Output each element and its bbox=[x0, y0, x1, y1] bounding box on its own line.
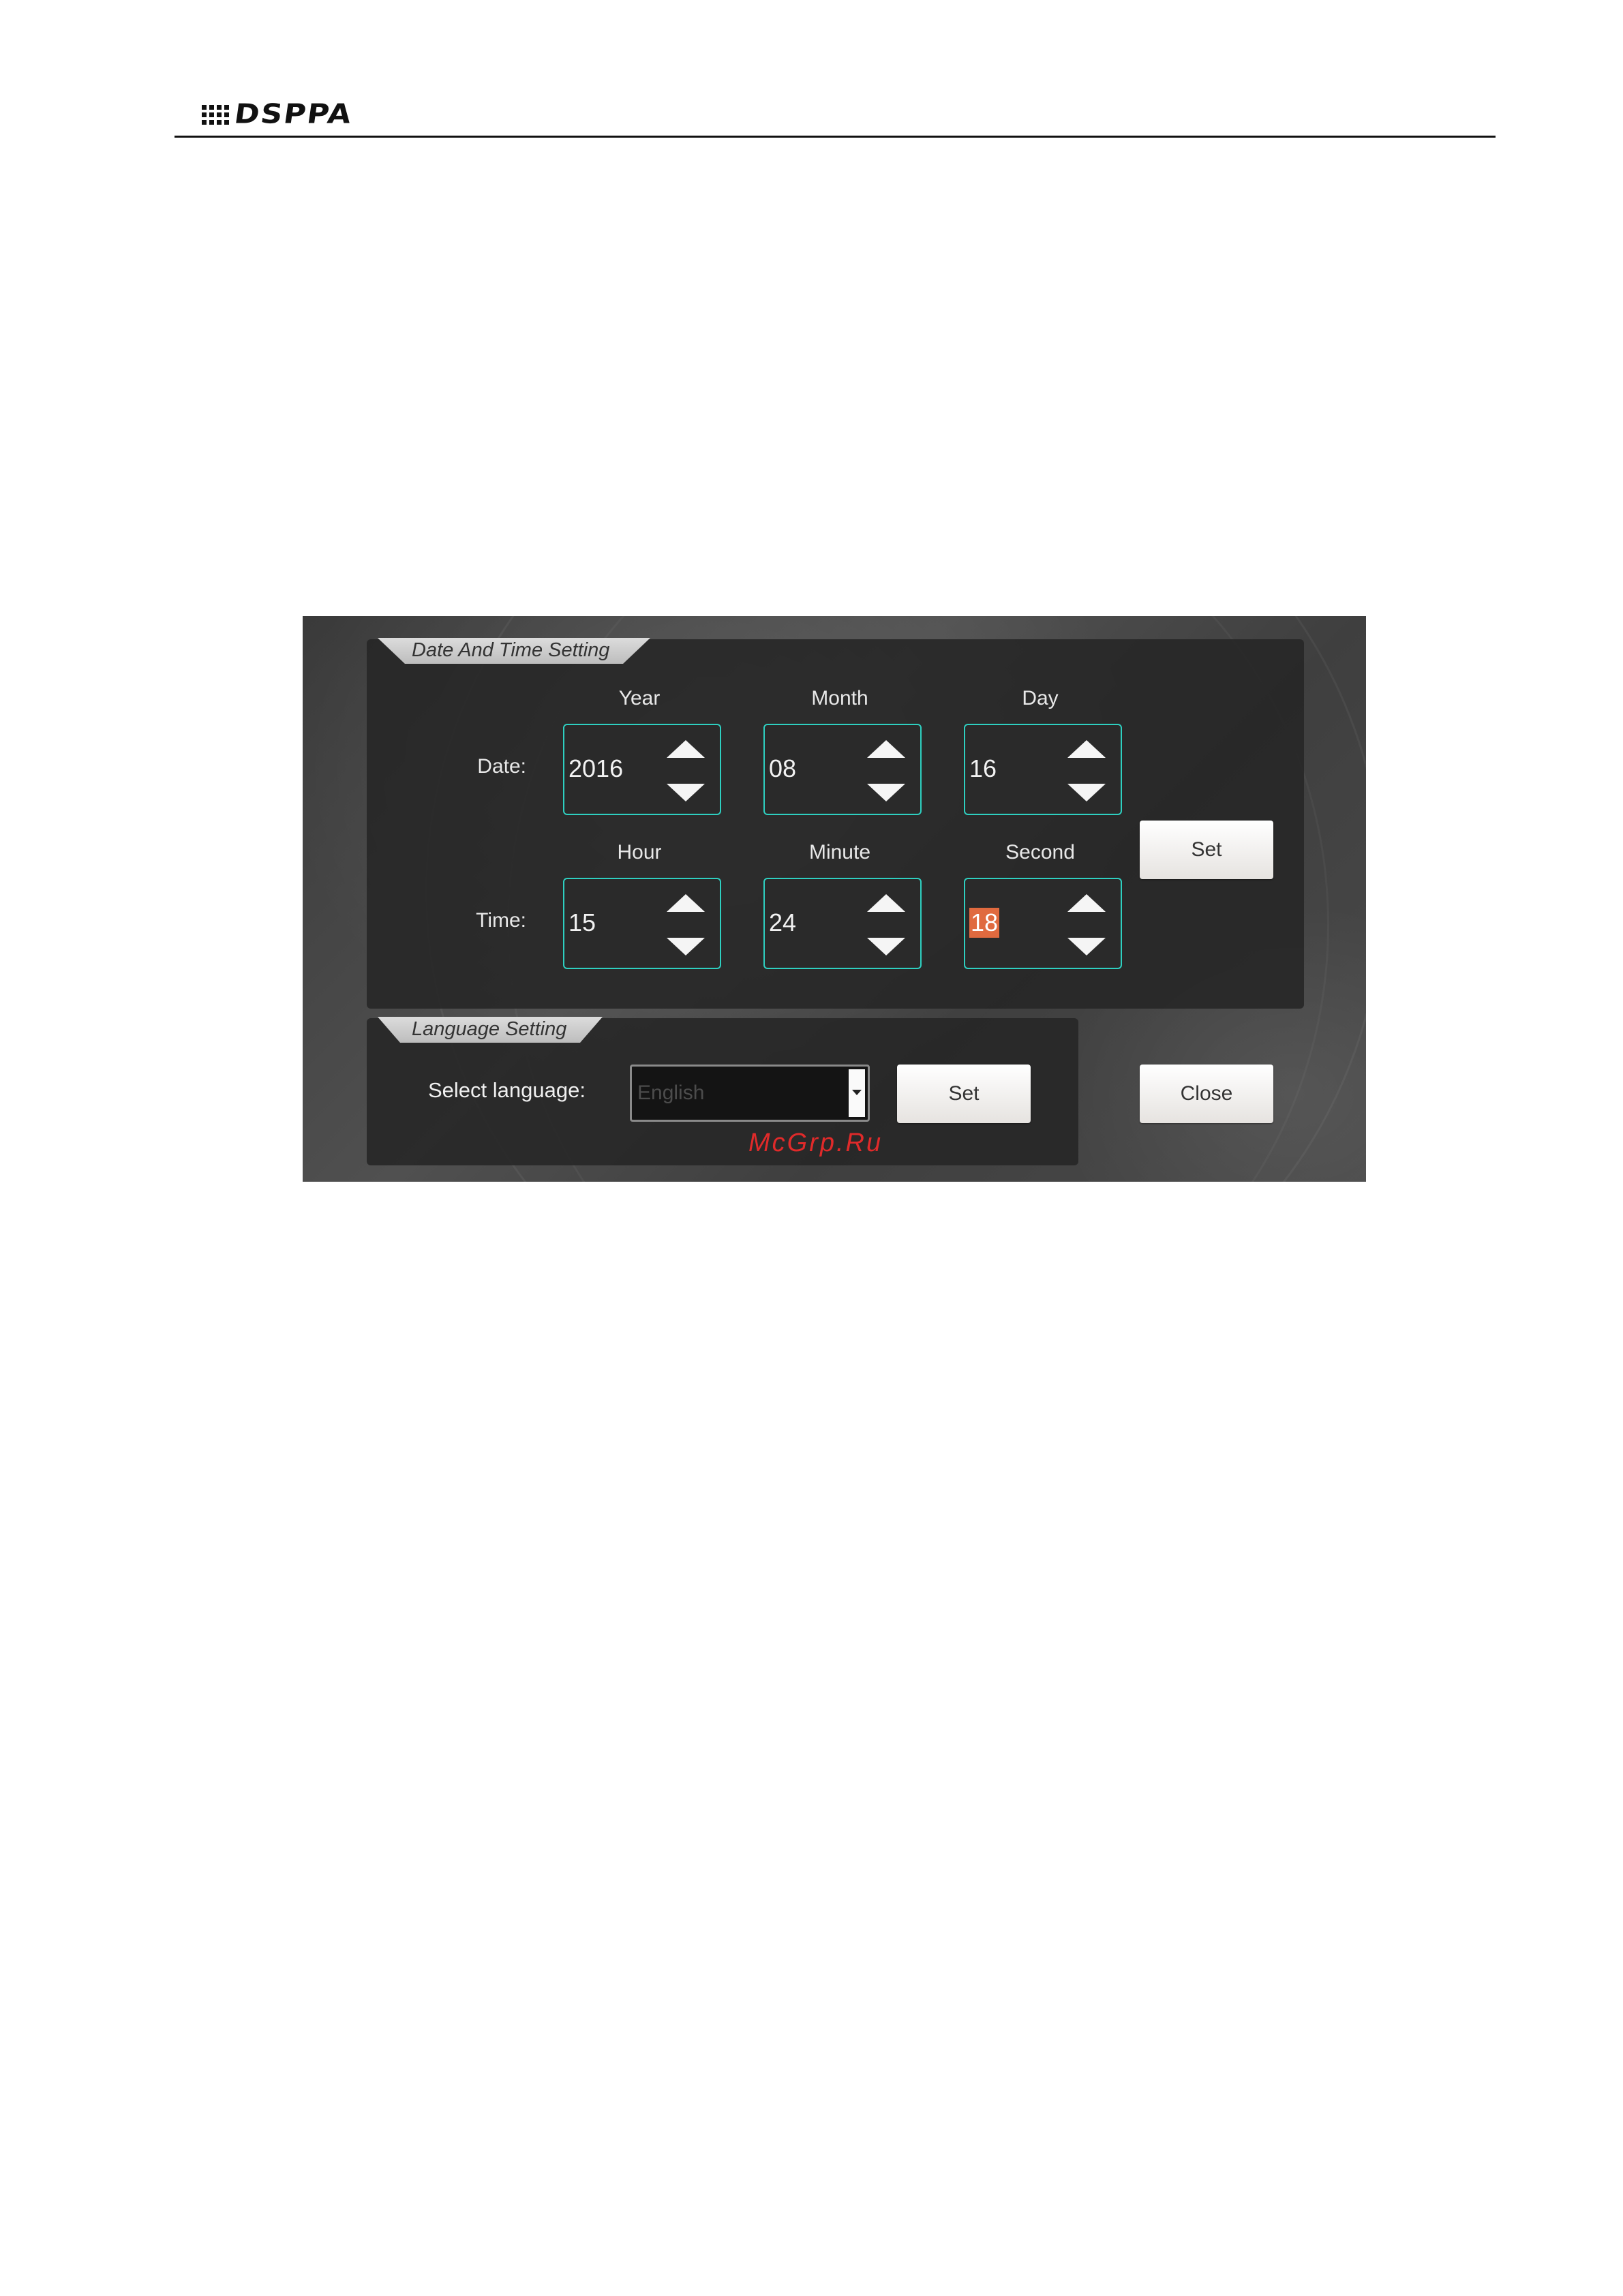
language-set-button[interactable]: Set bbox=[897, 1065, 1031, 1123]
hour-down-arrow-icon[interactable] bbox=[667, 938, 705, 955]
day-label: Day bbox=[1022, 687, 1059, 709]
header-rule bbox=[175, 136, 1496, 138]
datetime-set-button[interactable]: Set bbox=[1140, 821, 1273, 879]
date-label: Date: bbox=[477, 755, 526, 778]
datetime-panel: Date And Time Setting Year Month Day Dat… bbox=[367, 638, 1304, 1009]
month-down-arrow-icon[interactable] bbox=[867, 784, 905, 801]
year-value[interactable]: 2016 bbox=[568, 754, 623, 784]
language-panel-title: Language Setting bbox=[378, 1017, 603, 1043]
watermark-text: McGrp.Ru bbox=[748, 1129, 883, 1157]
day-up-arrow-icon[interactable] bbox=[1067, 740, 1106, 758]
dsppa-logo: DSPPA bbox=[202, 98, 355, 130]
year-up-arrow-icon[interactable] bbox=[667, 740, 705, 758]
logo-dots-icon bbox=[202, 104, 229, 125]
second-spinner[interactable]: 18 bbox=[964, 878, 1122, 969]
day-down-arrow-icon[interactable] bbox=[1067, 784, 1106, 801]
datetime-panel-title: Date And Time Setting bbox=[378, 638, 650, 664]
second-down-arrow-icon[interactable] bbox=[1067, 938, 1106, 955]
day-spinner[interactable]: 16 bbox=[964, 724, 1122, 815]
second-label: Second bbox=[1005, 841, 1075, 863]
second-up-arrow-icon[interactable] bbox=[1067, 894, 1106, 912]
language-select-value[interactable]: English bbox=[637, 1082, 704, 1105]
day-value[interactable]: 16 bbox=[969, 754, 997, 784]
hour-up-arrow-icon[interactable] bbox=[667, 894, 705, 912]
minute-down-arrow-icon[interactable] bbox=[867, 938, 905, 955]
minute-spinner[interactable]: 24 bbox=[763, 878, 922, 969]
minute-label: Minute bbox=[808, 841, 871, 863]
month-value[interactable]: 08 bbox=[769, 754, 796, 784]
minute-value[interactable]: 24 bbox=[769, 908, 796, 938]
year-down-arrow-icon[interactable] bbox=[667, 784, 705, 801]
month-spinner[interactable]: 08 bbox=[763, 724, 922, 815]
dropdown-arrow-icon[interactable] bbox=[849, 1069, 865, 1117]
second-value[interactable]: 18 bbox=[969, 908, 1000, 938]
year-spinner[interactable]: 2016 bbox=[563, 724, 721, 815]
time-label: Time: bbox=[476, 909, 526, 932]
month-label: Month bbox=[811, 687, 868, 709]
year-label: Year bbox=[618, 687, 661, 709]
close-button[interactable]: Close bbox=[1140, 1065, 1273, 1123]
minute-up-arrow-icon[interactable] bbox=[867, 894, 905, 912]
language-panel: Language Setting Select language: Englis… bbox=[367, 1017, 1078, 1165]
language-select[interactable]: English bbox=[630, 1065, 870, 1122]
hour-spinner[interactable]: 15 bbox=[563, 878, 721, 969]
logo-text: DSPPA bbox=[232, 98, 355, 130]
settings-screen: Date And Time Setting Year Month Day Dat… bbox=[303, 616, 1366, 1182]
select-language-label: Select language: bbox=[428, 1078, 586, 1102]
hour-label: Hour bbox=[617, 841, 662, 863]
month-up-arrow-icon[interactable] bbox=[867, 740, 905, 758]
hour-value[interactable]: 15 bbox=[568, 908, 596, 938]
